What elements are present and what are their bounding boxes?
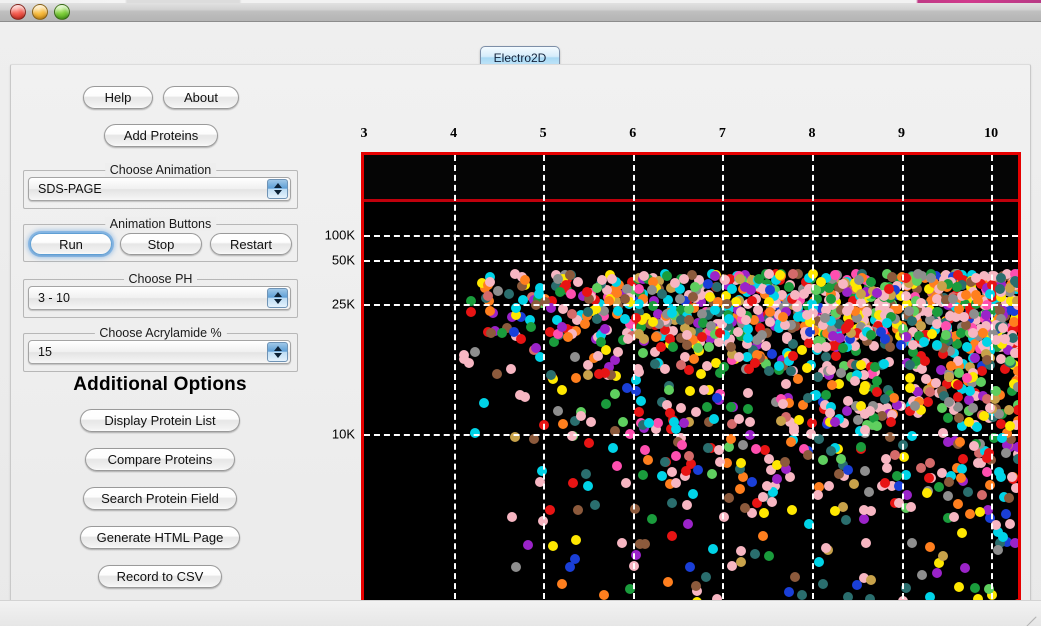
status-bar — [0, 600, 1041, 626]
generate-html-page-button[interactable]: Generate HTML Page — [80, 526, 240, 549]
gridline-ph-10 — [991, 155, 994, 609]
ph-tick-label: 5 — [539, 126, 547, 141]
chevron-updown-icon[interactable] — [267, 342, 288, 362]
gridline-ph-8 — [811, 155, 814, 609]
record-to-csv-button[interactable]: Record to CSV — [98, 565, 222, 588]
compare-proteins-button[interactable]: Compare Proteins — [85, 448, 235, 471]
minimize-button[interactable] — [32, 4, 48, 20]
about-button[interactable]: About — [163, 86, 239, 109]
search-protein-field-button[interactable]: Search Protein Field — [83, 487, 237, 510]
ph-tick-label: 4 — [450, 126, 458, 141]
mw-tick-label: 10K — [331, 426, 355, 442]
gridline-ph-5 — [543, 155, 546, 609]
resize-grip[interactable] — [1024, 611, 1038, 626]
zoom-button[interactable] — [54, 4, 70, 20]
run-button[interactable]: Run — [30, 233, 112, 255]
stop-button[interactable]: Stop — [120, 233, 202, 255]
add-proteins-button[interactable]: Add Proteins — [104, 124, 218, 147]
animation-buttons-label: Animation Buttons — [104, 217, 217, 231]
display-protein-list-label: Display Protein List — [104, 413, 216, 428]
choose-ph-label: Choose PH — [123, 272, 198, 286]
ph-tick-label: 3 — [360, 126, 368, 141]
ph-tick-label: 7 — [718, 126, 726, 141]
search-protein-field-label: Search Protein Field — [101, 491, 219, 506]
additional-options-title: Additional Options — [73, 374, 247, 395]
gridline-ph-6 — [632, 155, 635, 609]
choose-acrylamide-value: 15 — [38, 345, 52, 359]
chevron-updown-icon[interactable] — [267, 288, 288, 308]
close-button[interactable] — [10, 4, 26, 20]
compare-proteins-label: Compare Proteins — [107, 452, 213, 467]
chevron-updown-icon[interactable] — [267, 179, 288, 199]
mw-tick-label: 25K — [331, 296, 355, 312]
about-button-label: About — [184, 90, 218, 105]
help-button-label: Help — [104, 90, 132, 105]
choose-animation-label: Choose Animation — [104, 163, 217, 177]
choose-animation-select[interactable]: SDS-PAGE — [28, 177, 291, 201]
ph-tick-label: 10 — [984, 126, 999, 141]
ph-tick-label: 9 — [898, 126, 906, 141]
ph-tick-label: 6 — [629, 126, 637, 141]
record-to-csv-label: Record to CSV — [116, 569, 204, 584]
mw-tick-label: 100K — [324, 227, 355, 243]
gridline-mw-10K — [364, 433, 1018, 436]
stop-button-label: Stop — [147, 236, 175, 252]
display-protein-list-button[interactable]: Display Protein List — [80, 409, 240, 432]
restart-button-label: Restart — [230, 236, 272, 252]
choose-acrylamide-label: Choose Acrylamide % — [94, 326, 227, 340]
window-body: Electro2D Help About Add Proteins Choose… — [0, 22, 1041, 626]
choose-ph-select[interactable]: 3 - 10 — [28, 286, 291, 310]
protein-spot-layer — [364, 155, 1018, 609]
gridline-mw-50K — [364, 259, 1018, 262]
restart-button[interactable]: Restart — [210, 233, 292, 255]
app-window: Electro2D Help About Add Proteins Choose… — [0, 0, 1041, 626]
gridline-mw-25K — [364, 304, 1018, 307]
tab-label: Electro2D — [493, 50, 547, 65]
mw-tick-label: 50K — [331, 252, 355, 268]
generate-html-page-label: Generate HTML Page — [96, 530, 224, 545]
gridline-ph-7 — [722, 155, 725, 609]
window-controls — [10, 4, 70, 20]
choose-ph-value: 3 - 10 — [38, 291, 70, 305]
ph-tick-label: 8 — [808, 126, 816, 141]
add-proteins-button-label: Add Proteins — [123, 128, 199, 143]
gridline-ph-9 — [901, 155, 904, 609]
titlebar-top-stripe — [0, 0, 1041, 3]
choose-animation-value: SDS-PAGE — [38, 182, 102, 196]
gel-surface[interactable] — [361, 152, 1021, 612]
help-button[interactable]: Help — [83, 86, 153, 109]
gridline-mw-100K — [364, 235, 1018, 238]
gel-plot[interactable] — [361, 152, 1021, 612]
choose-acrylamide-select[interactable]: 15 — [28, 340, 291, 364]
window-titlebar — [0, 0, 1041, 22]
run-button-label: Run — [59, 236, 83, 252]
gridline-ph-4 — [453, 155, 456, 609]
